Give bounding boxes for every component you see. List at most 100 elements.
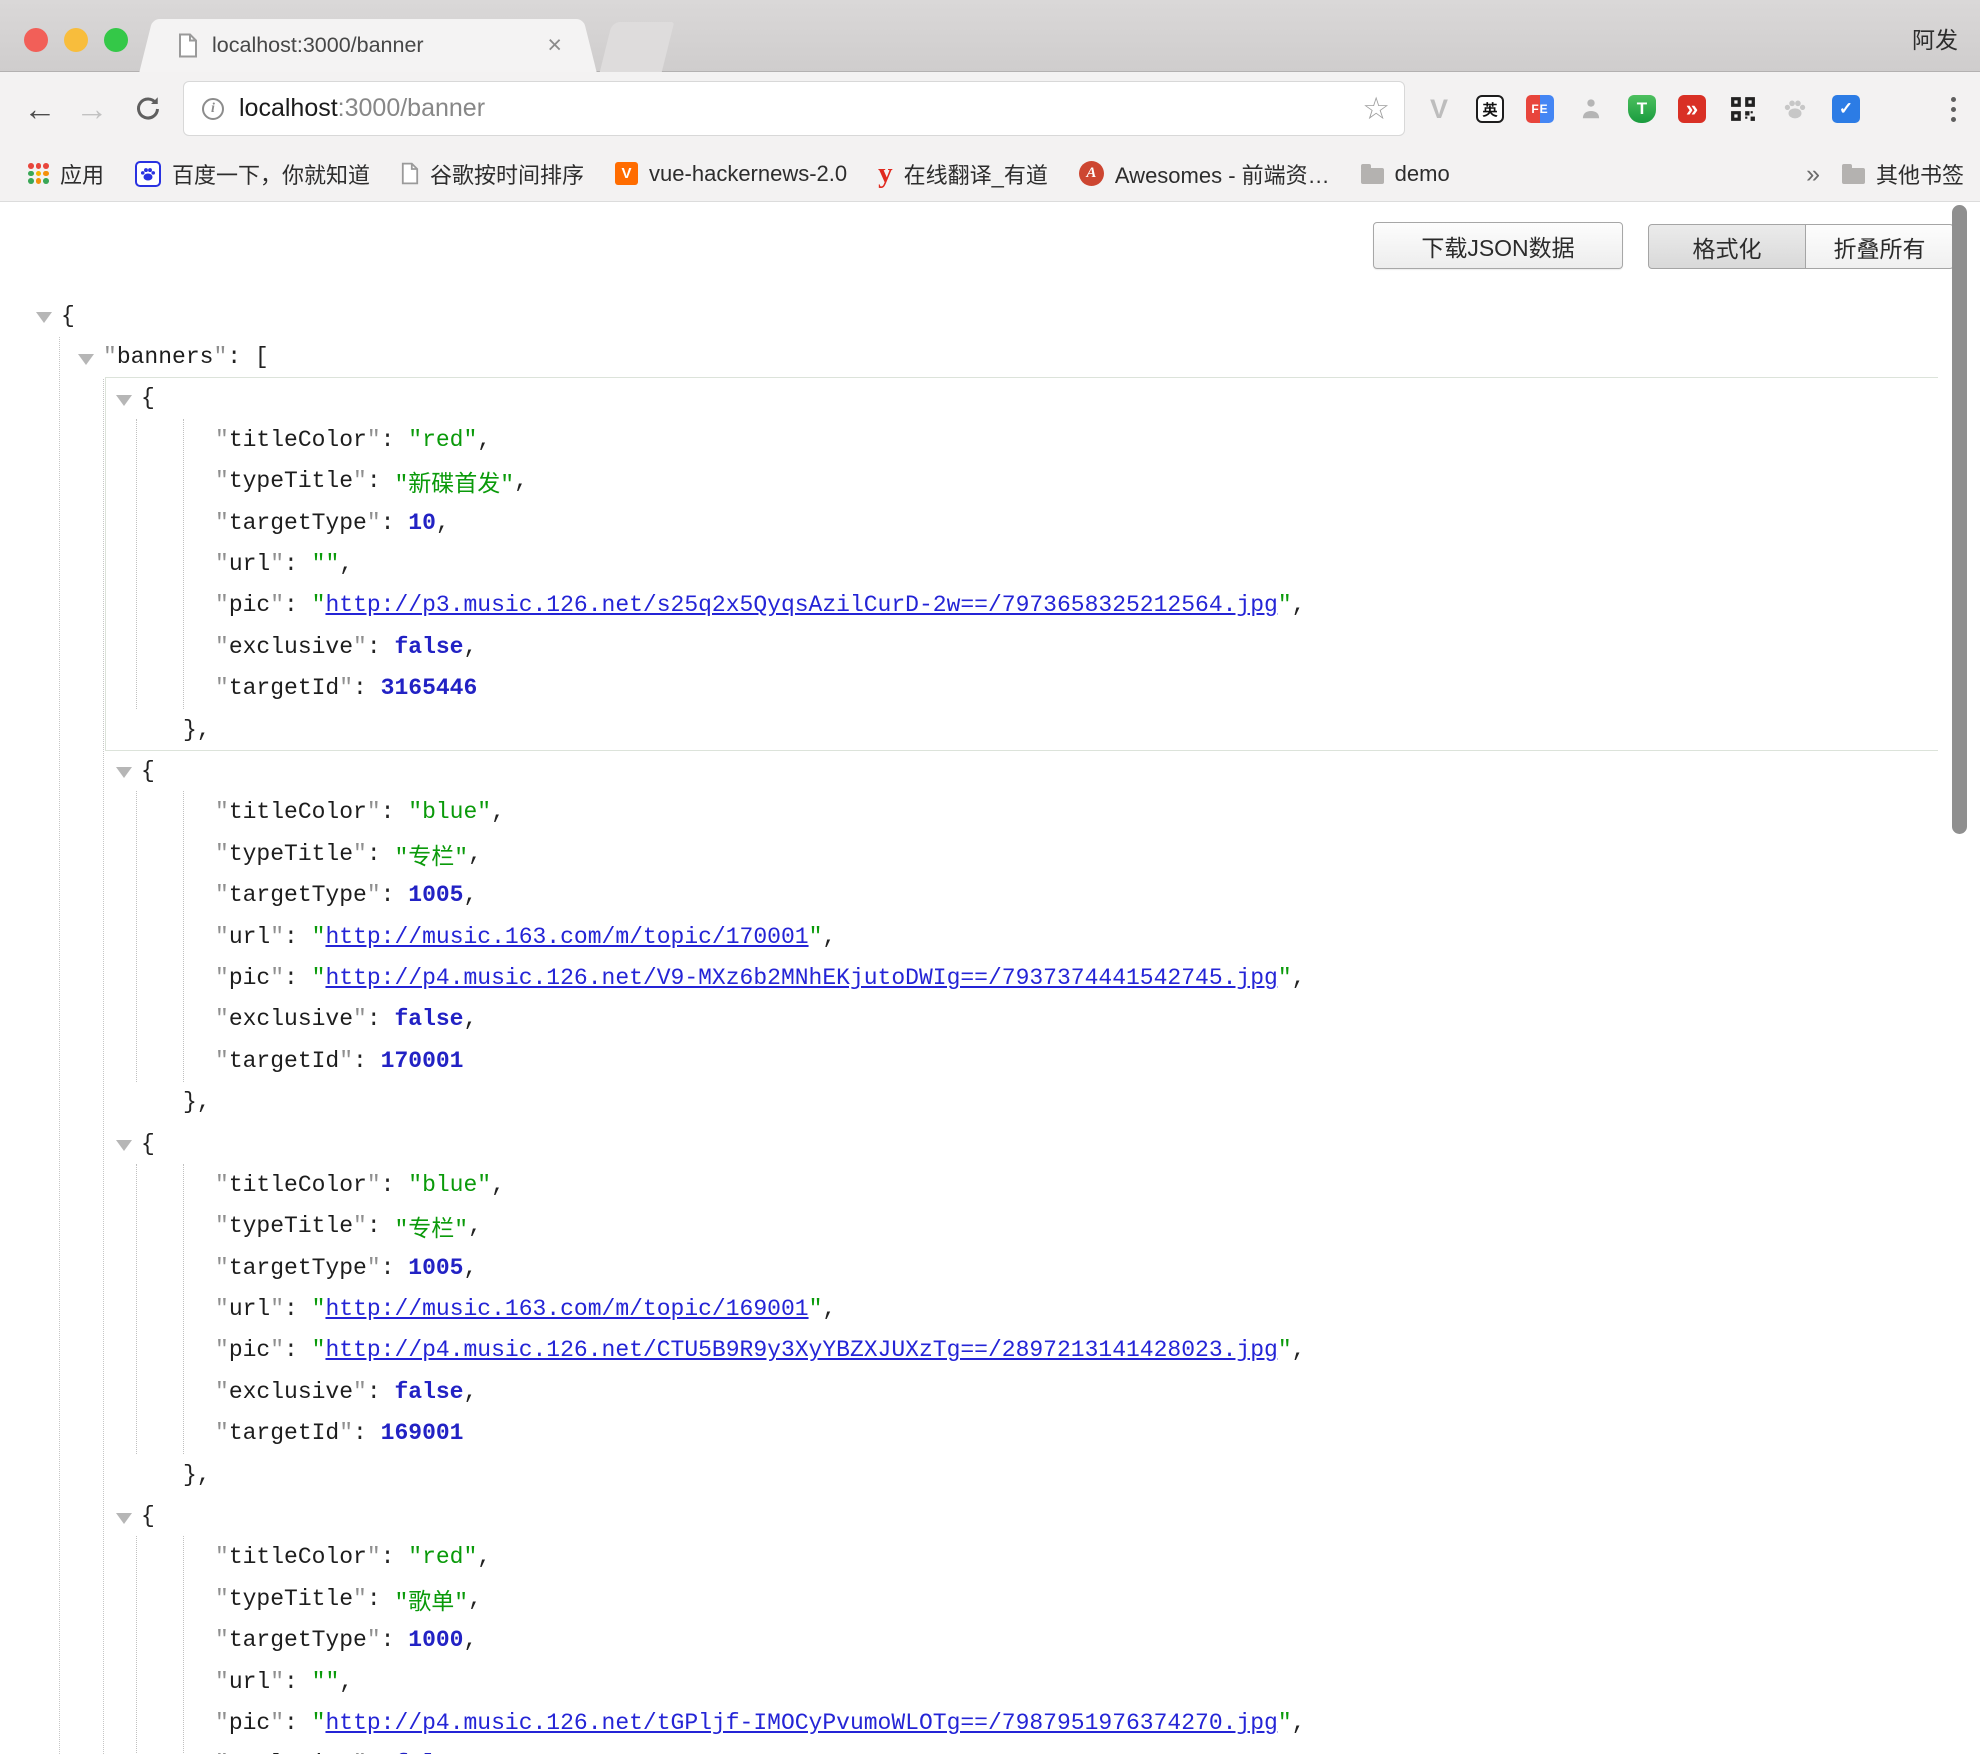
- url-text[interactable]: localhost:3000/banner: [239, 94, 485, 123]
- quote: ": [215, 1255, 229, 1281]
- bookmark-item[interactable]: y在线翻译_有道: [878, 158, 1048, 190]
- bookmark-item[interactable]: 应用: [28, 158, 104, 190]
- org-person-icon[interactable]: [1576, 94, 1606, 124]
- bookmark-label: Awesomes - 前端资…: [1115, 158, 1330, 190]
- baidu-paw-icon: [135, 161, 161, 187]
- json-row: "targetId": 170001: [106, 1040, 1938, 1081]
- json-row: "url": "",: [106, 1661, 1938, 1702]
- colon: :: [367, 1379, 395, 1405]
- collapse-triangle-icon[interactable]: [116, 1513, 132, 1524]
- json-link[interactable]: http://p4.music.126.net/tGPljf-IMOCyPvum…: [325, 1710, 1277, 1736]
- minimize-window-button[interactable]: [64, 28, 88, 52]
- colon: :: [381, 510, 409, 536]
- json-row: "targetId": 3165446: [106, 668, 1938, 709]
- paw-icon[interactable]: [1780, 94, 1810, 124]
- quote: ": [367, 1172, 381, 1198]
- indent-guide: [183, 1164, 184, 1455]
- qr-code-icon[interactable]: [1728, 94, 1758, 124]
- download-json-button[interactable]: 下载JSON数据: [1373, 222, 1623, 269]
- bookmark-star-icon[interactable]: ☆: [1362, 93, 1390, 124]
- quote: ": [215, 468, 229, 494]
- object-open-brace: {: [141, 758, 155, 784]
- colon: :: [284, 1296, 312, 1322]
- bookmark-item[interactable]: 百度一下，你就知道: [135, 158, 370, 190]
- blue-check-icon[interactable]: ✓: [1832, 95, 1860, 123]
- format-button[interactable]: 格式化: [1648, 224, 1806, 269]
- quote: ": [270, 924, 284, 950]
- quote: ": [215, 1710, 229, 1736]
- comma: ,: [463, 1627, 477, 1653]
- reload-button[interactable]: [128, 72, 168, 146]
- json-key: typeTitle: [229, 1213, 353, 1239]
- json-key: exclusive: [229, 634, 353, 660]
- json-row: "url": "http://music.163.com/m/topic/170…: [106, 916, 1938, 957]
- json-key: targetType: [229, 510, 367, 536]
- collapse-triangle-icon[interactable]: [78, 354, 94, 365]
- bookmark-item[interactable]: AAwesomes - 前端资…: [1079, 158, 1330, 190]
- comma: ,: [463, 1379, 477, 1405]
- new-tab-button[interactable]: [600, 22, 674, 72]
- close-window-button[interactable]: [24, 28, 48, 52]
- bookmark-other-folder[interactable]: 其他书签: [1842, 158, 1964, 190]
- comma: ,: [491, 1172, 505, 1198]
- json-row: "titleColor": "red",: [106, 419, 1938, 460]
- bookmark-item[interactable]: 谷歌按时间排序: [401, 158, 584, 190]
- comma: ,: [468, 841, 482, 867]
- collapse-triangle-icon[interactable]: [36, 312, 52, 323]
- shield-t-icon[interactable]: T: [1628, 95, 1656, 123]
- json-key: titleColor: [229, 427, 367, 453]
- bookmark-item[interactable]: Vvue-hackernews-2.0: [615, 161, 847, 187]
- bookmark-label: 其他书签: [1876, 158, 1964, 190]
- bookmarks-overflow-icon[interactable]: »: [1806, 160, 1820, 189]
- browser-menu-icon[interactable]: [1940, 91, 1966, 127]
- page-info-icon[interactable]: i: [202, 98, 224, 120]
- json-link[interactable]: http://p4.music.126.net/V9-MXz6b2MNhEKju…: [325, 965, 1277, 991]
- json-link[interactable]: http://p3.music.126.net/s25q2x5QyqsAzilC…: [325, 592, 1277, 618]
- json-link[interactable]: http://p4.music.126.net/CTU5B9R9y3XyYBZX…: [325, 1337, 1277, 1363]
- collapse-triangle-icon[interactable]: [116, 395, 132, 406]
- back-button[interactable]: ←: [20, 72, 60, 146]
- colon: :: [284, 924, 312, 950]
- indent-guide: [136, 419, 137, 710]
- vue-icon: V: [615, 162, 638, 185]
- quote: ": [367, 510, 381, 536]
- colon: :: [381, 1544, 409, 1570]
- json-link[interactable]: http://music.163.com/m/topic/170001: [325, 924, 808, 950]
- vimium-v-icon[interactable]: V: [1424, 94, 1454, 124]
- bookmark-item[interactable]: demo: [1361, 161, 1450, 187]
- quote: ": [339, 1420, 353, 1446]
- object-open-brace: {: [141, 1131, 155, 1157]
- address-bar[interactable]: i localhost:3000/banner ☆: [183, 81, 1405, 136]
- quote: ": [215, 965, 229, 991]
- json-row: "titleColor": "blue",: [106, 1164, 1938, 1205]
- object-close-brace: },: [183, 1462, 211, 1488]
- profile-name[interactable]: 阿发: [1912, 21, 1958, 55]
- browser-tab[interactable]: localhost:3000/banner ×: [158, 19, 578, 72]
- translate-en-icon[interactable]: 英: [1476, 95, 1504, 123]
- json-key: pic: [229, 965, 270, 991]
- json-key: pic: [229, 1710, 270, 1736]
- collapse-triangle-icon[interactable]: [116, 767, 132, 778]
- collapse-triangle-icon[interactable]: [116, 1140, 132, 1151]
- json-row: "titleColor": "blue",: [106, 792, 1938, 833]
- collapse-all-button[interactable]: 折叠所有: [1806, 224, 1954, 269]
- json-number-value: 10: [408, 510, 436, 536]
- json-link[interactable]: http://music.163.com/m/topic/169001: [325, 1296, 808, 1322]
- quote: ": [215, 1172, 229, 1198]
- vertical-scrollbar[interactable]: [1952, 205, 1967, 834]
- forward-button[interactable]: →: [72, 72, 112, 146]
- json-row: "url": "http://music.163.com/m/topic/169…: [106, 1288, 1938, 1329]
- fe-icon[interactable]: FE: [1526, 95, 1554, 123]
- colon: :: [284, 965, 312, 991]
- quote: ": [809, 1296, 823, 1322]
- indent-guide: [183, 791, 184, 1082]
- bookmarks-bar: 应用百度一下，你就知道谷歌按时间排序 Vvue-hackernews-2.0 y在线…: [0, 146, 1980, 202]
- tab-close-icon[interactable]: ×: [547, 33, 562, 58]
- red-forward-icon[interactable]: »: [1678, 95, 1706, 123]
- json-key: url: [229, 1296, 270, 1322]
- zoom-window-button[interactable]: [104, 28, 128, 52]
- json-row: "typeTitle": "专栏",: [106, 833, 1938, 874]
- quote: ": [215, 1420, 229, 1446]
- quote: ": [270, 1296, 284, 1322]
- json-string-value: "新碟首发": [394, 464, 514, 498]
